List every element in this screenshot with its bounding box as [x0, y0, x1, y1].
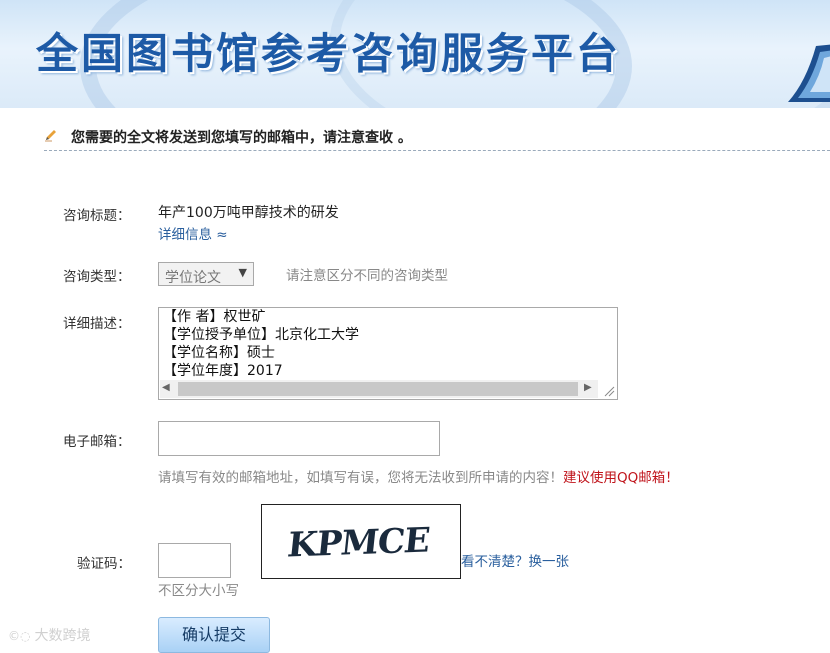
captcha-input[interactable] — [158, 543, 231, 578]
scroll-left-icon[interactable]: ◀ — [162, 382, 170, 393]
subject-label: 咨询标题： — [63, 208, 131, 224]
site-title: 全国图书馆参考咨询服务平台 — [36, 29, 622, 78]
refresh-captcha-link[interactable]: 看不清楚？换一张 — [461, 550, 569, 570]
subject-value: 年产100万吨甲醇技术的研发 — [158, 205, 339, 221]
description-line: 【学位名称】硕士 — [163, 345, 275, 361]
email-hint: 请填写有效的邮箱地址，如填写有误，您将无法收到所申请的内容！建议使用QQ邮箱！ — [158, 466, 679, 486]
description-line: 【学位授予单位】北京化工大学 — [163, 327, 359, 343]
submit-button[interactable]: 确认提交 — [158, 617, 270, 653]
consult-type-value: 学位论文 — [165, 270, 221, 286]
watermark: ©◌ 大数跨境 — [8, 625, 90, 645]
captcha-image: KPMCE — [261, 504, 461, 579]
email-hint-text: 请填写有效的邮箱地址，如填写有误，您将无法收到所申请的内容！ — [158, 470, 563, 486]
scrollbar-thumb[interactable] — [178, 382, 578, 396]
consult-type-select[interactable]: 学位论文 ▼ — [158, 262, 254, 286]
description-line: 【学位年度】2017 — [163, 363, 283, 379]
watermark-logo-icon: ©◌ — [8, 629, 31, 643]
emblem-icon — [788, 44, 830, 102]
captcha-code: KPMCE — [285, 520, 432, 566]
pencil-icon — [45, 130, 56, 142]
email-label: 电子邮箱： — [63, 434, 131, 450]
description-line: 【作 者】权世矿 — [163, 309, 266, 325]
email-input[interactable] — [158, 421, 440, 456]
notice-text: 您需要的全文将发送到您填写的邮箱中，请注意查收 。 — [71, 130, 412, 146]
horizontal-scrollbar[interactable]: ◀ ▶ — [160, 380, 598, 398]
header-banner: 全国图书馆参考咨询服务平台 — [0, 0, 830, 108]
chevron-down-icon: ▼ — [238, 266, 247, 279]
email-hint-recommendation: 建议使用QQ邮箱！ — [563, 470, 679, 486]
watermark-text: 大数跨境 — [34, 628, 91, 644]
notice-bar: 您需要的全文将发送到您填写的邮箱中，请注意查收 。 — [44, 124, 830, 151]
captcha-case-hint: 不区分大小写 — [158, 583, 239, 599]
description-textarea[interactable]: 【作 者】权世矿 【学位授予单位】北京化工大学 【学位名称】硕士 【学位年度】2… — [158, 307, 618, 400]
description-label: 详细描述： — [63, 316, 131, 332]
type-hint: 请注意区分不同的咨询类型 — [286, 268, 448, 284]
type-label: 咨询类型： — [63, 269, 131, 285]
resize-grip-icon[interactable] — [601, 383, 615, 397]
scroll-right-icon[interactable]: ▶ — [584, 382, 592, 393]
detail-info-link[interactable]: 详细信息 ≈ — [158, 223, 228, 243]
captcha-label: 验证码： — [77, 556, 131, 572]
description-text: 【作 者】权世矿 【学位授予单位】北京化工大学 【学位名称】硕士 【学位年度】2… — [163, 308, 359, 380]
